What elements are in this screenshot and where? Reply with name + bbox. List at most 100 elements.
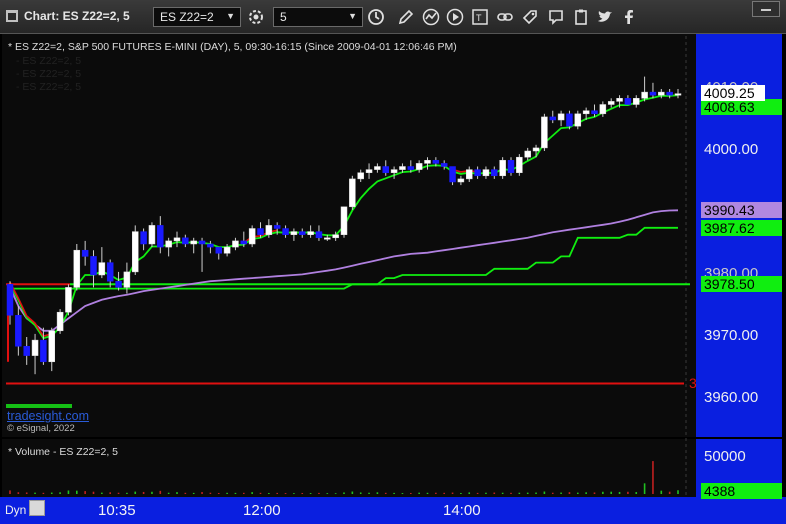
candle-up [173, 237, 181, 242]
candle-up [148, 225, 156, 245]
x-tick-label: 12:00 [243, 502, 281, 519]
candle-up [541, 116, 548, 149]
candle-up [399, 166, 406, 170]
x-tick-label: 14:00 [443, 502, 481, 519]
candle-up [73, 249, 81, 288]
candle-down [207, 243, 214, 248]
dyn-toggle-icon[interactable] [29, 500, 45, 516]
candle-up [357, 172, 364, 180]
candle-up [349, 178, 356, 208]
volume-last-tag: 4388 [701, 483, 782, 499]
watermark-bar [6, 404, 72, 408]
candle-up [582, 110, 590, 115]
candle-down [299, 231, 306, 235]
candle-up [48, 330, 55, 363]
ghost-study-label: - ES Z22=2, 5 [16, 55, 82, 67]
candle-down [140, 231, 147, 245]
candle-up [65, 287, 72, 313]
price-tag-green: 4008.63 [701, 99, 782, 116]
candle-up [415, 163, 423, 170]
candle-up [248, 228, 256, 245]
candle-down [666, 91, 673, 96]
candle-down [23, 346, 30, 356]
candle-down [198, 240, 206, 245]
y-tick-label: 4000.00 [704, 141, 759, 158]
candle-up [324, 237, 331, 240]
candle-down [273, 225, 281, 229]
candle-down [240, 240, 248, 245]
candle-down [215, 246, 222, 254]
candle-up [265, 225, 273, 235]
candle-down [40, 339, 47, 363]
candle-up [607, 101, 615, 105]
candle-up [374, 166, 381, 170]
candle-down [282, 228, 289, 235]
dyn-label: Dyn [5, 503, 27, 517]
candle-up [223, 246, 231, 254]
y-tick-label: 3970.00 [704, 327, 759, 344]
candle-up [98, 262, 106, 276]
candle-down [182, 237, 189, 245]
candle-up [332, 234, 339, 239]
candle-down [474, 169, 481, 177]
candle-up [516, 156, 523, 173]
price-tag-green: 3987.62 [701, 219, 782, 236]
candle-up [674, 93, 682, 96]
candle-down [440, 163, 448, 167]
candle-up [132, 231, 139, 273]
candle-up [633, 98, 640, 105]
candle-down [407, 166, 415, 170]
candle-down [115, 280, 122, 288]
candle-up [658, 91, 665, 96]
price-tag-green: 3978.50 [701, 276, 782, 293]
candle-up [424, 160, 431, 164]
x-tick-label: 10:35 [98, 502, 136, 519]
candle-up [190, 240, 197, 245]
candle-up [457, 178, 465, 183]
candle-up [599, 104, 607, 115]
candle-up [290, 231, 298, 235]
ghost-study-label: - ES Z22=2, 5 [16, 81, 82, 93]
candle-up [123, 271, 131, 288]
candle-down [90, 256, 97, 276]
ema-red-overlay [452, 168, 478, 173]
candle-down [649, 91, 657, 96]
candle-up [574, 113, 582, 127]
copyright-text: © eSignal, 2022 [7, 423, 75, 434]
candle-down [382, 166, 389, 173]
candle-down [15, 315, 22, 347]
candle-down [106, 262, 114, 282]
candle-down [81, 249, 89, 257]
candle-up [56, 311, 64, 332]
price-tag-white: 4009.25 [701, 84, 765, 101]
candle-down [624, 98, 632, 105]
candle-down [449, 166, 456, 183]
candle-up [31, 339, 39, 356]
candle-up [616, 98, 623, 102]
candle-down [507, 160, 515, 173]
candle-up [532, 147, 540, 152]
candle-down [157, 225, 164, 248]
watermark-link[interactable]: tradesight.com [7, 409, 89, 423]
candle-down [566, 113, 573, 127]
candle-up [499, 160, 506, 177]
candle-down [591, 110, 598, 115]
price-tag-purple: 3990.43 [701, 202, 782, 219]
candle-down [549, 116, 556, 121]
candle-down [432, 160, 440, 164]
y-tick-label: 3960.00 [704, 389, 759, 406]
volume-panel-header: * Volume - ES Z22=2, 5 [8, 446, 119, 458]
candle-up [524, 150, 531, 158]
candle-up [390, 169, 398, 173]
candle-up [466, 169, 473, 180]
candle-up [165, 240, 172, 248]
volume-tick-label: 50000 [704, 448, 746, 465]
level-flag: 3 [689, 375, 697, 391]
candle-down [6, 284, 14, 316]
candle-down [491, 169, 498, 177]
candle-down [257, 228, 264, 235]
candle-up [482, 169, 490, 177]
candle-up [232, 240, 239, 248]
candle-up [307, 231, 314, 235]
candle-up [557, 113, 565, 121]
